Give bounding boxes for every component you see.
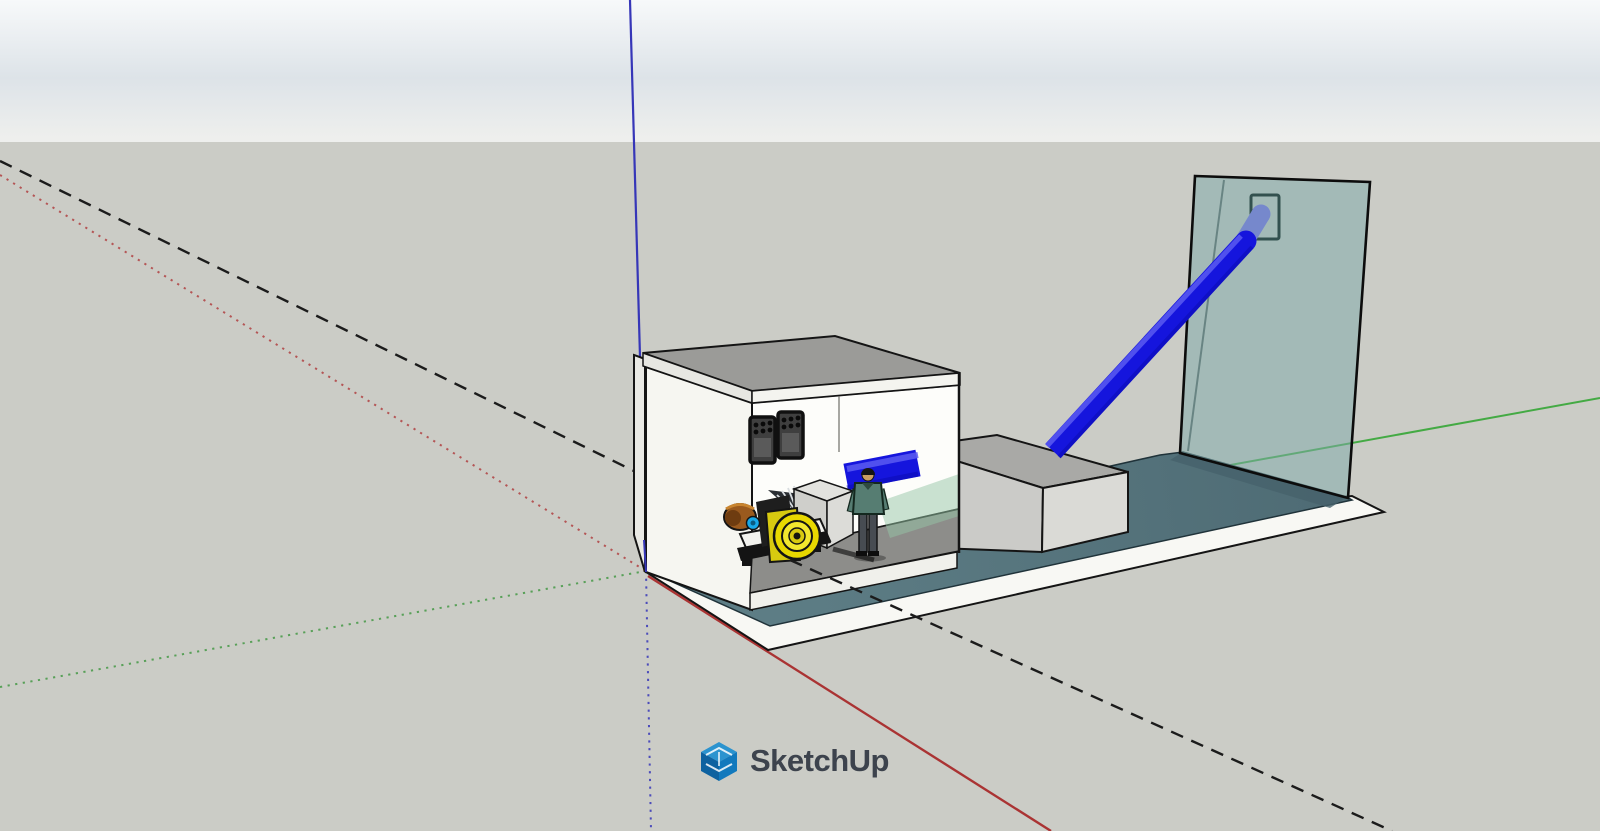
worker-shoe bbox=[868, 551, 879, 556]
skid-foot bbox=[742, 559, 751, 566]
panel-door bbox=[782, 433, 799, 452]
pipe-muted-cap bbox=[1252, 205, 1271, 224]
cylinder-end bbox=[725, 510, 741, 526]
electrical-panel-right[interactable] bbox=[778, 412, 803, 458]
sketchup-watermark: SketchUp bbox=[701, 742, 889, 781]
sky bbox=[0, 0, 1600, 142]
panel-door bbox=[754, 438, 771, 457]
model-scene[interactable]: SketchUp bbox=[0, 0, 1600, 831]
left-wall bbox=[646, 367, 752, 610]
worker-shoe bbox=[856, 551, 867, 556]
coupling-hub bbox=[751, 521, 756, 526]
glass-headwall[interactable] bbox=[1180, 176, 1370, 498]
electrical-panel-left[interactable] bbox=[750, 417, 775, 463]
worker-leg bbox=[859, 512, 867, 552]
motor-shaft bbox=[794, 533, 801, 540]
left-outer-slab bbox=[634, 355, 645, 572]
sketchup-3d-viewport[interactable]: SketchUp bbox=[0, 0, 1600, 831]
pump-house[interactable] bbox=[634, 336, 960, 610]
glass-panel bbox=[1180, 176, 1370, 498]
watermark-text: SketchUp bbox=[750, 743, 889, 778]
worker-leg bbox=[869, 512, 877, 552]
